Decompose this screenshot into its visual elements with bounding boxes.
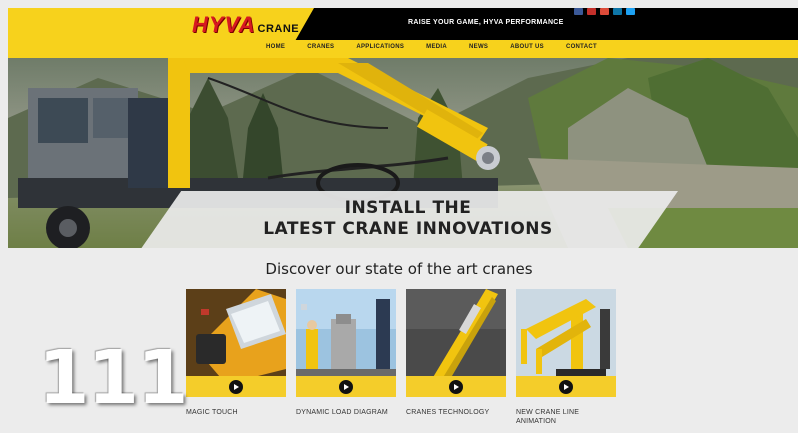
nav-applications[interactable]: APPLICATIONS — [356, 44, 404, 50]
google-plus-icon[interactable] — [600, 8, 609, 15]
play-icon[interactable] — [449, 380, 463, 394]
video-card[interactable]: DYNAMIC LOAD DIAGRAM — [296, 289, 396, 417]
video-caption[interactable]: DYNAMIC LOAD DIAGRAM — [296, 408, 396, 417]
nav-about-us[interactable]: ABOUT US — [510, 44, 544, 50]
play-icon[interactable] — [339, 380, 353, 394]
page: HYVA CRANE RAISE YOUR GAME, HYVA PERFORM… — [0, 0, 798, 433]
logo-text-crane: CRANE — [257, 23, 300, 35]
facebook-icon[interactable] — [574, 8, 583, 15]
logo-text-hyva: HYVA — [192, 12, 256, 37]
hero-title-line-2: LATEST CRANE INNOVATIONS — [263, 219, 553, 239]
nav-cranes[interactable]: CRANES — [307, 44, 334, 50]
top-header: HYVA CRANE RAISE YOUR GAME, HYVA PERFORM… — [8, 8, 798, 40]
youtube-icon[interactable] — [587, 8, 596, 15]
video-thumbnail[interactable] — [186, 289, 286, 397]
linkedin-icon[interactable] — [613, 8, 622, 15]
video-card[interactable]: CRANES TECHNOLOGY — [406, 289, 506, 417]
main-nav: HOME CRANES APPLICATIONS MEDIA NEWS ABOU… — [8, 40, 798, 58]
video-thumbnail[interactable] — [516, 289, 616, 397]
hero-title: INSTALL THE LATEST CRANE INNOVATIONS — [188, 198, 628, 240]
video-caption[interactable]: MAGIC TOUCH — [186, 408, 286, 417]
social-links — [574, 8, 635, 15]
video-caption[interactable]: NEW CRANE LINE ANIMATION — [516, 408, 616, 426]
play-icon[interactable] — [559, 380, 573, 394]
hyva-crane-logo[interactable]: HYVA CRANE — [192, 14, 299, 36]
video-card[interactable]: MAGIC TOUCH — [186, 289, 286, 417]
video-thumbnail[interactable] — [296, 289, 396, 397]
video-card[interactable]: NEW CRANE LINE ANIMATION — [516, 289, 616, 426]
video-caption[interactable]: CRANES TECHNOLOGY — [406, 408, 506, 417]
video-card-grid: MAGIC TOUCH DYNAMIC LOAD DIAGRAM CRANES … — [186, 289, 616, 429]
overlay-number: 111 — [38, 335, 188, 421]
video-thumbnail[interactable] — [406, 289, 506, 397]
section-heading: Discover our state of the art cranes — [265, 260, 533, 278]
nav-news[interactable]: NEWS — [469, 44, 488, 50]
tagline: RAISE YOUR GAME, HYVA PERFORMANCE — [408, 19, 564, 26]
play-icon[interactable] — [229, 380, 243, 394]
hero-banner-image: INSTALL THE LATEST CRANE INNOVATIONS — [8, 58, 798, 248]
hero-title-line-1: INSTALL THE — [344, 198, 472, 218]
twitter-icon[interactable] — [626, 8, 635, 15]
nav-home[interactable]: HOME — [266, 44, 285, 50]
nav-contact[interactable]: CONTACT — [566, 44, 597, 50]
nav-media[interactable]: MEDIA — [426, 44, 447, 50]
